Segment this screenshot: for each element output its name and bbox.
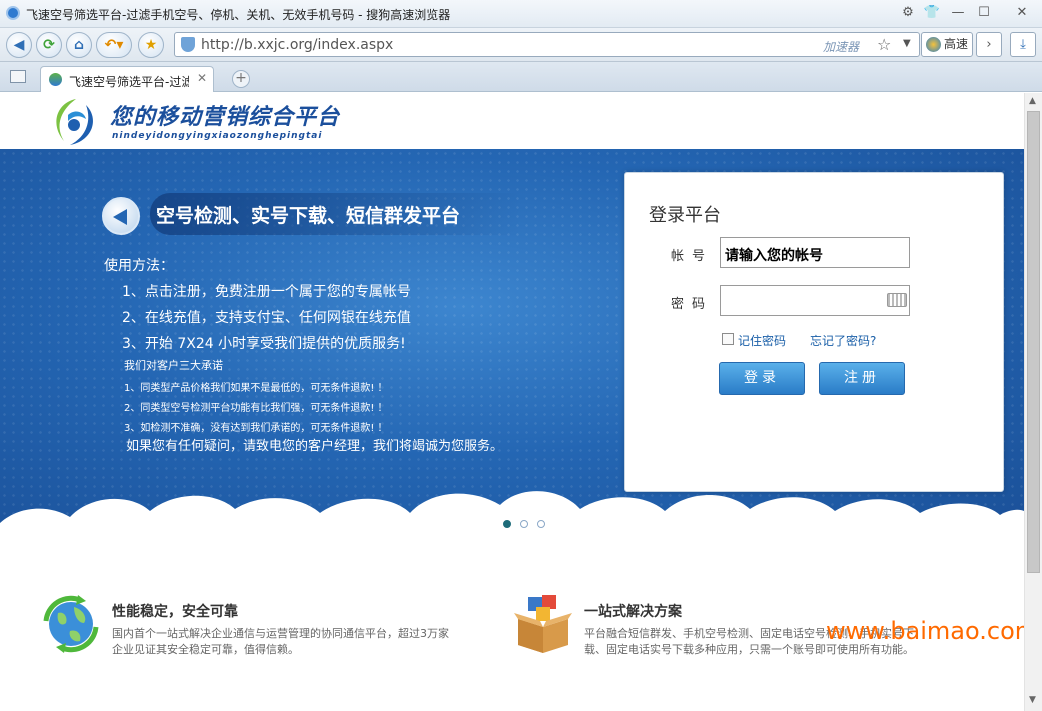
usage-step: 2、在线充值，支持支付宝、任何网银在线充值 xyxy=(122,310,411,326)
favorites-star-icon[interactable]: ★ xyxy=(138,32,164,58)
skin-shirt-icon[interactable]: 👕 xyxy=(922,4,942,22)
speed-mode-button[interactable]: 高速 xyxy=(921,32,973,57)
feature-title: 性能稳定，安全可靠 xyxy=(112,604,238,620)
usage-step: 1、点击注册，免费注册一个属于您的专属帐号 xyxy=(122,284,411,300)
scrollbar-thumb[interactable] xyxy=(1027,111,1040,573)
accelerator-label[interactable]: 加速器 xyxy=(823,38,859,55)
virtual-keyboard-icon[interactable] xyxy=(887,293,907,307)
remember-password-checkbox[interactable] xyxy=(722,333,734,345)
new-tab-plus-icon[interactable]: + xyxy=(232,70,250,88)
vertical-scrollbar[interactable]: ▲ ▼ xyxy=(1024,93,1042,711)
promise-item: 3、如检测不准确，没有达到我们承诺的，可无条件退款! ！ xyxy=(124,423,388,434)
slide-dot-3[interactable] xyxy=(537,520,545,528)
account-input[interactable]: 请输入您的帐号 xyxy=(720,237,910,268)
password-label: 密码 xyxy=(671,297,714,312)
login-panel: 登录平台 帐号 请输入您的帐号 密码 记住密码 忘记了密码? 登录 注册 xyxy=(624,172,1004,492)
usage-step: 3、开始 7X24 小时享受我们提供的优质服务! xyxy=(122,336,406,352)
slider-pagination xyxy=(503,517,554,531)
headline-ribbon: 空号检测、实号下载、短信群发平台 xyxy=(150,193,520,235)
site-header: 您的移动营销综合平台 nindeyidongyingxiaozongheping… xyxy=(0,93,1024,149)
feature-stability: 性能稳定，安全可靠 国内首个一站式解决企业通信与运营管理的协同通信平台，超过3万… xyxy=(40,593,460,673)
title-bar: 飞速空号筛选平台-过滤手机空号、停机、关机、无效手机号码 - 搜狗高速浏览器 ⚙… xyxy=(0,0,1042,28)
navigation-bar: ◀ ⟳ ⌂ ↶▾ ★ http://b.xxjc.org/index.aspx … xyxy=(0,28,1042,62)
usage-title: 使用方法： xyxy=(104,258,174,274)
register-button[interactable]: 注册 xyxy=(819,362,905,395)
contact-text: 如果您有任何疑问，请致电您的客户经理，我们将竭诚为您服务。 xyxy=(126,439,504,454)
address-bar[interactable]: http://b.xxjc.org/index.aspx 加速器 ☆ ▼ xyxy=(174,32,920,57)
speed-mode-label: 高速 xyxy=(944,37,969,51)
slide-dot-2[interactable] xyxy=(520,520,528,528)
window-title: 飞速空号筛选平台-过滤手机空号、停机、关机、无效手机号码 - 搜狗高速浏览器 xyxy=(26,8,451,22)
speed-globe-icon xyxy=(926,37,941,52)
close-window-button[interactable]: ✕ xyxy=(1012,4,1032,22)
promise-item: 1、同类型产品价格我们如果不是最低的，可无条件退款! ！ xyxy=(124,383,388,394)
account-label: 帐号 xyxy=(671,249,714,264)
sidebar-toggle-icon[interactable] xyxy=(10,70,26,83)
forward-chevron-icon[interactable]: › xyxy=(976,32,1002,57)
login-title: 登录平台 xyxy=(649,205,721,226)
site-logo-icon[interactable] xyxy=(46,95,100,147)
settings-gear-icon[interactable]: ⚙ xyxy=(898,4,918,22)
logo-title: 您的移动营销综合平台 xyxy=(110,105,341,130)
tab-active[interactable]: 飞速空号筛选平台-过滤手机空号、停机、关机、无效手机号码 ✕ xyxy=(40,66,214,92)
security-shield-icon xyxy=(181,37,195,52)
download-icon[interactable]: ⤓ xyxy=(1010,32,1036,57)
feature-title: 一站式解决方案 xyxy=(584,604,682,620)
tab-favicon-icon xyxy=(49,73,62,86)
maximize-button[interactable]: ☐ xyxy=(974,4,994,22)
web-page: 您的移动营销综合平台 nindeyidongyingxiaozongheping… xyxy=(0,93,1024,711)
remember-password-label[interactable]: 记住密码 xyxy=(738,332,786,349)
globe-refresh-icon xyxy=(43,595,99,653)
box-apps-icon xyxy=(514,595,572,653)
login-button[interactable]: 登录 xyxy=(719,362,805,395)
tab-close-icon[interactable]: ✕ xyxy=(197,71,207,85)
password-input[interactable] xyxy=(720,285,910,316)
url-text[interactable]: http://b.xxjc.org/index.aspx xyxy=(201,37,393,53)
slide-dot-1[interactable] xyxy=(503,520,511,528)
browser-logo-icon xyxy=(6,6,20,20)
bookmark-star-icon[interactable]: ☆ xyxy=(877,35,891,54)
tab-bar: 飞速空号筛选平台-过滤手机空号、停机、关机、无效手机号码 ✕ + xyxy=(0,62,1042,92)
scroll-up-arrow-icon[interactable]: ▲ xyxy=(1029,96,1036,106)
undo-close-tab-icon[interactable]: ↶▾ xyxy=(96,32,132,58)
feature-description: 国内首个一站式解决企业通信与运营管理的协同通信平台，超过3万家企业见证其安全稳定… xyxy=(112,627,449,656)
home-icon[interactable]: ⌂ xyxy=(66,32,92,58)
megaphone-icon xyxy=(102,197,140,235)
promise-item: 2、同类型空号检测平台功能有比我们强，可无条件退款! ！ xyxy=(124,403,388,414)
back-arrow-icon[interactable]: ◀ xyxy=(6,32,32,58)
minimize-button[interactable]: — xyxy=(948,4,968,22)
headline-text: 空号检测、实号下载、短信群发平台 xyxy=(156,205,461,227)
promise-title: 我们对客户三大承诺 xyxy=(124,359,223,372)
forgot-password-link[interactable]: 忘记了密码? xyxy=(810,332,876,349)
watermark-text: www.baimao.com xyxy=(826,617,1024,645)
chevron-down-icon[interactable]: ▼ xyxy=(903,38,911,49)
refresh-icon[interactable]: ⟳ xyxy=(36,32,62,58)
logo-subtitle: nindeyidongyingxiaozonghepingtai xyxy=(112,131,323,141)
account-input-text: 请输入您的帐号 xyxy=(725,248,823,264)
scroll-down-arrow-icon[interactable]: ▼ xyxy=(1029,695,1036,705)
tab-title: 飞速空号筛选平台-过滤手机空号、停机、关机、无效手机号码 xyxy=(69,75,189,89)
